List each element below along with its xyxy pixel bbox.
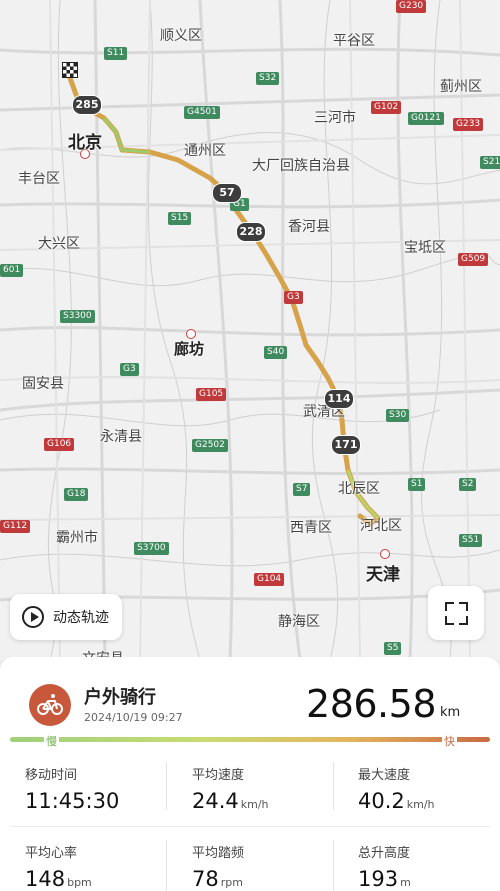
road-shield: S5 (384, 642, 402, 655)
activity-title: 户外骑行 (84, 687, 156, 708)
place-label: 静海区 (278, 614, 320, 630)
play-circle-icon (22, 606, 44, 628)
stat-moving-time: 移动时间 11:45:30 (25, 764, 121, 813)
tianjin-marker-icon (380, 549, 390, 559)
place-label: 永清县 (100, 429, 142, 445)
stat-total-ascent: 总升高度 193 m (358, 842, 411, 891)
road-shield: G3 (120, 363, 139, 376)
road-shield: G509 (458, 253, 489, 266)
place-label: 三河市 (314, 110, 356, 126)
total-distance: 286.58 (306, 682, 436, 726)
road-shield: S3700 (134, 542, 169, 555)
place-label: 丰台区 (18, 171, 60, 187)
stat-max-speed: 最大速度 40.2 km/h (358, 764, 435, 813)
km-marker: 57 (212, 183, 242, 203)
stat-label: 最大速度 (358, 768, 411, 783)
bicycle-icon (29, 684, 71, 726)
road-shield: G102 (371, 101, 402, 114)
stat-avg-speed: 平均速度 24.4 km/h (192, 764, 269, 813)
place-label: 北辰区 (338, 481, 380, 497)
fast-label: 快 (442, 733, 457, 749)
road-shield: S1 (408, 478, 426, 491)
place-label: 霸州市 (56, 530, 98, 546)
km-marker: 171 (331, 435, 361, 455)
stat-label: 平均踏频 (192, 846, 245, 861)
road-shield: G105 (196, 388, 227, 401)
activity-datetime: 2024/10/19 09:27 (84, 711, 183, 724)
road-shield: S40 (264, 346, 288, 359)
stat-value: 40.2 km/h (358, 789, 435, 813)
road-shield: G230 (396, 0, 427, 13)
road-shield: G2502 (192, 439, 228, 452)
place-label: 平谷区 (333, 33, 375, 49)
place-label: 通州区 (184, 143, 226, 159)
speed-gradient-bar (10, 737, 490, 742)
stat-value: 193 m (358, 867, 411, 891)
km-marker: 228 (236, 222, 266, 242)
road-shield: S7 (293, 483, 311, 496)
place-label: 顺义区 (160, 28, 202, 44)
fullscreen-button[interactable] (428, 586, 484, 640)
road-shield: G4501 (184, 106, 220, 119)
place-label: 廊坊 (174, 340, 205, 358)
road-shield: G112 (0, 520, 31, 533)
road-shield: S3300 (60, 310, 95, 323)
road-shield: G106 (44, 438, 75, 451)
road-shield: S11 (104, 47, 128, 60)
road-shield: G3 (284, 291, 303, 304)
stat-value: 148 bpm (25, 867, 92, 891)
place-label: 天津 (366, 565, 400, 585)
replay-label: 动态轨迹 (53, 610, 109, 626)
place-label: 大厂回族自治县 (252, 158, 350, 174)
distance-unit: km (440, 705, 461, 720)
stat-avg-heart-rate: 平均心率 148 bpm (25, 842, 92, 891)
stat-label: 平均心率 (25, 846, 78, 861)
road-shield: S2 (459, 478, 477, 491)
stat-label: 移动时间 (25, 768, 78, 783)
place-label: 蓟州区 (440, 79, 482, 95)
slow-label: 慢 (44, 733, 59, 749)
place-label: 宝坻区 (404, 240, 446, 256)
road-shield: G0121 (408, 112, 444, 125)
road-shield: S32 (256, 72, 280, 85)
road-shield: S21 (480, 156, 500, 169)
place-label: 香河县 (288, 219, 330, 235)
road-shield: G104 (254, 573, 285, 586)
route-map[interactable]: 顺义区 平谷区 蓟州区 北京 三河市 通州区 丰台区 大厂回族自治县 大兴区 香… (0, 0, 500, 660)
place-label: 北京 (68, 133, 102, 153)
road-shield: S51 (459, 534, 483, 547)
road-shield: G18 (64, 488, 89, 501)
place-label: 河北区 (360, 518, 402, 534)
stat-avg-cadence: 平均踏频 78 rpm (192, 842, 244, 891)
road-shield: S30 (386, 409, 410, 422)
km-marker: 114 (324, 389, 354, 409)
km-marker: 285 (72, 95, 102, 115)
place-label: 大兴区 (38, 236, 80, 252)
stat-label: 总升高度 (358, 846, 411, 861)
stat-value: 78 rpm (192, 867, 243, 891)
road-shield: G233 (453, 118, 484, 131)
stat-value: 11:45:30 (25, 789, 120, 813)
road-shield: 601 (0, 264, 24, 277)
start-flag-icon (62, 62, 78, 78)
replay-track-button[interactable]: 动态轨迹 (10, 594, 122, 640)
stat-label: 平均速度 (192, 768, 245, 783)
place-label: 固安县 (22, 376, 64, 392)
road-shield: S15 (168, 212, 192, 225)
stat-value: 24.4 km/h (192, 789, 269, 813)
place-label: 西青区 (290, 520, 332, 536)
